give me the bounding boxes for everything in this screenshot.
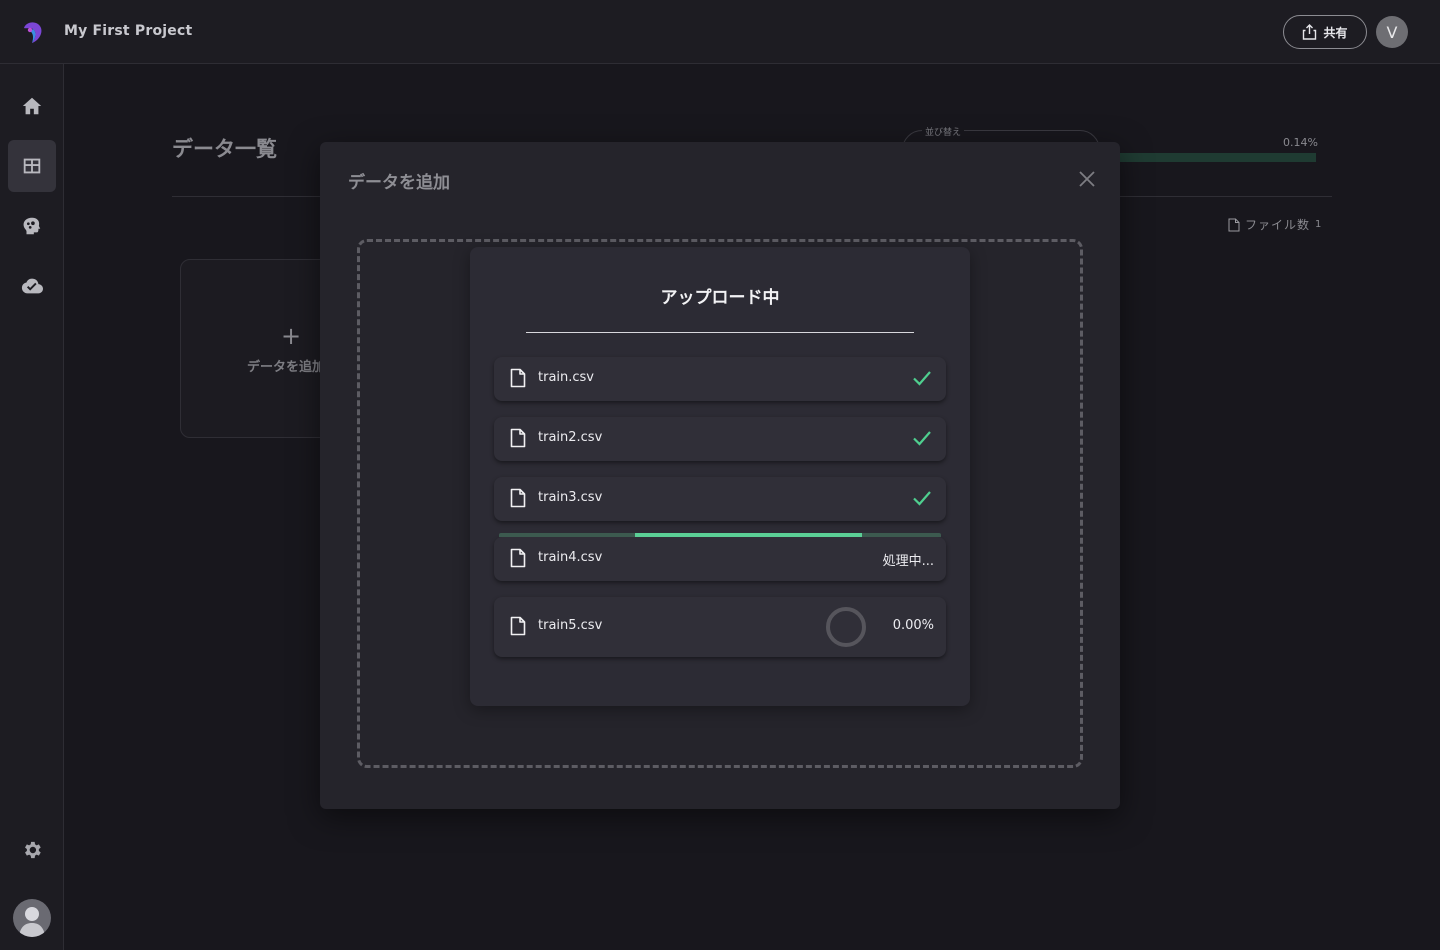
table-icon [23,158,41,174]
cloud-check-icon [21,278,43,294]
home-icon [22,97,42,115]
divider [526,332,914,333]
upload-percent: 0.00% [892,618,934,633]
file-icon [510,428,526,448]
check-icon [913,491,931,506]
processing-progress-indicator [635,533,862,537]
file-name: train5.csv [538,618,603,633]
file-icon [1228,218,1240,231]
sidebar-item-deploy[interactable] [8,260,56,312]
file-icon [510,616,526,636]
person-icon [19,907,45,937]
sidebar-item-models[interactable] [8,200,56,252]
profile-avatar[interactable] [13,899,51,937]
file-row: train4.csv 処理中... [494,533,946,581]
sidebar-item-home[interactable] [8,80,56,132]
share-icon [1303,24,1317,40]
file-count-label: ファイル数 [1245,218,1311,232]
upload-panel: アップロード中 train.csv train2.csv train3.csv [470,247,970,706]
sidebar-item-data[interactable] [8,140,56,192]
share-label: 共有 [1323,25,1348,40]
file-count: ファイル数 1 [1228,216,1322,233]
progress-spinner [826,607,866,647]
storage-progress-bar [1116,153,1316,162]
project-title[interactable]: My First Project [64,23,192,39]
app-logo-icon[interactable] [19,19,45,45]
check-icon [913,431,931,446]
share-button[interactable]: 共有 [1283,15,1367,49]
file-name: train4.csv [538,550,603,565]
file-row: train2.csv [494,417,946,461]
add-data-label: データを追加 [247,360,326,375]
upload-title: アップロード中 [660,288,780,308]
top-bar: My First Project 共有 V [0,0,1440,64]
check-icon [913,371,931,386]
file-icon [510,488,526,508]
file-row: train.csv [494,357,946,401]
sidebar [0,64,64,950]
sort-label: 並び替え [922,125,965,138]
processing-progress-bar [499,533,941,537]
add-data-modal: データを追加 アップロード中 train.csv train2.csv trai… [320,142,1120,809]
settings-button[interactable] [8,826,56,874]
storage-percent: 0.14% [1283,136,1318,149]
file-row: train3.csv [494,477,946,521]
file-name: train3.csv [538,490,603,505]
file-name: train.csv [538,370,595,385]
file-name: train2.csv [538,430,603,445]
file-count-value: 1 [1315,219,1323,230]
file-icon [510,368,526,388]
file-row: train5.csv 0.00% [494,597,946,657]
modal-title: データを追加 [348,173,450,193]
file-icon [510,548,526,568]
user-avatar[interactable]: V [1376,16,1408,48]
brain-icon [23,217,41,235]
page-title: データ一覧 [172,137,277,161]
status-text: 処理中... [882,554,934,569]
close-icon[interactable] [1078,170,1096,188]
gear-icon [25,841,41,859]
plus-icon: + [281,322,302,350]
